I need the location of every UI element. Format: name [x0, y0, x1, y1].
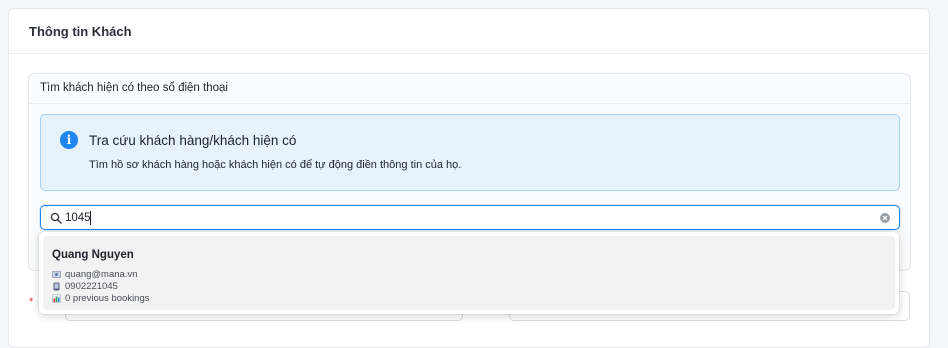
result-bookings: 0 previous bookings: [65, 293, 150, 304]
text-caret: [90, 211, 91, 225]
result-guest-name: Quang Nguyen: [52, 249, 134, 261]
guest-result-item[interactable]: Quang Nguyen quang@mana.vn 0902221045 0: [43, 236, 895, 310]
search-section-title: Tìm khách hiện có theo số điện thoại: [29, 74, 910, 104]
result-email: quang@mana.vn: [65, 269, 138, 280]
result-email-row: quang@mana.vn: [52, 269, 138, 280]
phone-icon: [53, 282, 60, 291]
result-phone: 0902221045: [65, 281, 118, 292]
result-phone-row: 0902221045: [52, 281, 118, 292]
email-icon: [52, 271, 61, 278]
phone-search-box[interactable]: [40, 205, 900, 230]
info-title: Tra cứu khách hàng/khách hiện có: [89, 133, 297, 148]
info-description: Tìm hồ sơ khách hàng hoặc khách hiện có …: [89, 159, 462, 171]
lookup-info-alert: i Tra cứu khách hàng/khách hiện có Tìm h…: [40, 114, 900, 191]
clear-icon[interactable]: [880, 213, 890, 223]
search-results-dropdown: Quang Nguyen quang@mana.vn 0902221045 0: [39, 232, 899, 314]
panel-title: Thông tin Khách: [9, 9, 929, 54]
search-icon: [50, 212, 62, 224]
phone-search-input[interactable]: [65, 209, 845, 227]
bar-chart-icon: [52, 294, 61, 303]
required-marker: *: [29, 296, 34, 308]
result-bookings-row: 0 previous bookings: [52, 293, 150, 304]
info-icon: i: [60, 131, 78, 149]
